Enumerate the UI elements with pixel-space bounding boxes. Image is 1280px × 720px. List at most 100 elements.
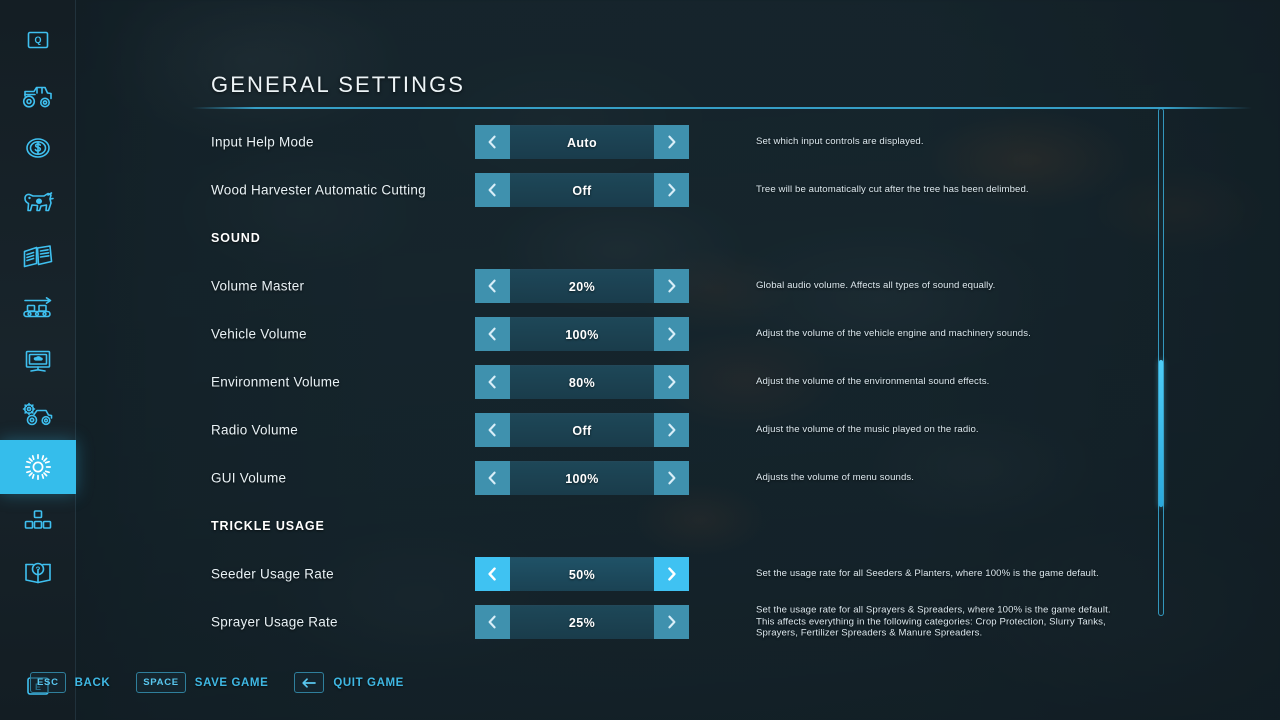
setting-row[interactable]: GUI Volume 100% Adjusts the volume of menu…: [76, 454, 1280, 502]
setting-row[interactable]: Wood Harvester Automatic Cutting Off Tree …: [76, 166, 1280, 214]
chevron-right-icon[interactable]: [654, 317, 689, 351]
backspace-key-icon: [294, 672, 325, 693]
setting-stepper[interactable]: Auto: [475, 125, 689, 159]
chevron-left-icon[interactable]: [475, 605, 510, 639]
setting-description: Adjust the volume of the vehicle engine …: [756, 328, 1031, 340]
setting-value-track[interactable]: Off: [510, 413, 654, 447]
setting-stepper[interactable]: 50%: [475, 557, 689, 591]
gear-icon: [23, 452, 53, 482]
sidebar-item-dollar-coin[interactable]: [0, 122, 76, 174]
chevron-left-icon[interactable]: [475, 557, 510, 591]
chevron-right-icon[interactable]: [654, 557, 689, 591]
tractor-icon: [21, 83, 55, 109]
hotkey-label: QUIT GAME: [333, 676, 404, 689]
sidebar-item-gear[interactable]: [0, 440, 76, 494]
help-book-icon: ?: [23, 560, 53, 586]
chevron-left-icon[interactable]: [475, 125, 510, 159]
mods-blocks-icon: [23, 508, 53, 532]
setting-row[interactable]: Sprayer Usage Rate 25% Set the usage rate …: [76, 598, 1280, 646]
setting-row[interactable]: Volume Master 20% Global audio volume. Aff…: [76, 262, 1280, 310]
setting-description: Adjusts the volume of menu sounds.: [756, 472, 915, 484]
chevron-left-icon[interactable]: [475, 413, 510, 447]
setting-stepper[interactable]: 80%: [475, 365, 689, 399]
chevron-right-icon[interactable]: [654, 173, 689, 207]
sidebar-item-quest-screen[interactable]: Q: [0, 14, 76, 66]
setting-value-track[interactable]: 25%: [510, 605, 654, 639]
setting-row[interactable]: Environment Volume 80% Adjust the volume o…: [76, 358, 1280, 406]
hotkey-label: SAVE GAME: [194, 676, 269, 689]
setting-row[interactable]: Vehicle Volume 100% Adjust the volume of t…: [76, 310, 1280, 358]
setting-row[interactable]: Seeder Usage Rate 50% Set the usage rate f…: [76, 550, 1280, 598]
setting-stepper[interactable]: 25%: [475, 605, 689, 639]
chevron-right-icon[interactable]: [654, 365, 689, 399]
settings-section-header: SOUND: [76, 214, 1280, 262]
chevron-left-icon[interactable]: [475, 461, 510, 495]
documents-icon: [22, 243, 54, 269]
settings-scrollbar[interactable]: [1158, 108, 1164, 616]
setting-value: 100%: [565, 471, 599, 486]
setting-stepper[interactable]: Off: [475, 413, 689, 447]
setting-value: Auto: [566, 135, 598, 150]
setting-value-track[interactable]: 80%: [510, 365, 654, 399]
chevron-right-icon[interactable]: [654, 461, 689, 495]
hotkey-back[interactable]: ESC BACK: [30, 672, 110, 693]
setting-description: Set which input controls are displayed.: [756, 136, 924, 148]
setting-value-track[interactable]: 50%: [510, 557, 654, 591]
setting-value-track[interactable]: Off: [510, 173, 654, 207]
hotkey-quit-game[interactable]: QUIT GAME: [294, 672, 404, 693]
setting-label: Input Help Mode: [211, 134, 314, 150]
sidebar-item-documents[interactable]: [0, 230, 76, 282]
sidebar-item-cow[interactable]: [0, 176, 76, 228]
hotkey-bar: ESC BACK SPACE SAVE GAME QUIT GAME: [30, 672, 404, 693]
chevron-left-icon[interactable]: [475, 173, 510, 207]
setting-label: Environment Volume: [211, 374, 341, 390]
sidebar-item-help-book[interactable]: ?: [0, 547, 76, 599]
chevron-left-icon[interactable]: [475, 317, 510, 351]
chevron-right-icon[interactable]: [654, 413, 689, 447]
setting-stepper[interactable]: Off: [475, 173, 689, 207]
title-divider: [192, 107, 1252, 109]
chevron-right-icon[interactable]: [654, 269, 689, 303]
chevron-right-icon[interactable]: [654, 605, 689, 639]
sidebar-item-tractor[interactable]: [0, 70, 76, 122]
space-key-icon: SPACE: [136, 672, 186, 693]
setting-stepper[interactable]: 100%: [475, 317, 689, 351]
sidebar-nav: Q?E: [0, 0, 76, 720]
setting-value-track[interactable]: 100%: [510, 461, 654, 495]
setting-value-track[interactable]: Auto: [510, 125, 654, 159]
setting-value: 80%: [568, 375, 596, 390]
svg-text:?: ?: [36, 565, 41, 574]
setting-label: Vehicle Volume: [211, 326, 307, 342]
setting-value-track[interactable]: 20%: [510, 269, 654, 303]
setting-value-track[interactable]: 100%: [510, 317, 654, 351]
sidebar-item-production-chain[interactable]: [0, 282, 76, 334]
setting-row[interactable]: Input Help Mode Auto Set which input contr…: [76, 118, 1280, 166]
hotkey-save-game[interactable]: SPACE SAVE GAME: [136, 672, 268, 693]
cow-icon: [21, 189, 55, 215]
setting-label: Sprayer Usage Rate: [211, 614, 338, 630]
production-chain-icon: [21, 295, 55, 321]
sidebar-item-mods-blocks[interactable]: [0, 494, 76, 546]
setting-label: Volume Master: [211, 278, 305, 294]
chevron-left-icon[interactable]: [475, 365, 510, 399]
setting-stepper[interactable]: 100%: [475, 461, 689, 495]
sidebar-item-map-overview[interactable]: [0, 335, 76, 387]
hotkey-label: BACK: [74, 676, 111, 689]
esc-key-icon: ESC: [30, 672, 66, 693]
sidebar-item-vehicle-settings[interactable]: [0, 388, 76, 440]
settings-panel: GENERAL SETTINGS Input Help Mode Auto Set …: [76, 0, 1280, 720]
section-title: TRICKLE USAGE: [211, 519, 325, 533]
svg-text:Q: Q: [34, 35, 41, 45]
chevron-right-icon[interactable]: [654, 125, 689, 159]
setting-value: 20%: [568, 279, 596, 294]
scrollbar-thumb[interactable]: [1159, 360, 1163, 507]
setting-description: Adjust the volume of the music played on…: [756, 424, 979, 436]
setting-label: Seeder Usage Rate: [211, 566, 334, 582]
settings-section-header: TRICKLE USAGE: [76, 502, 1280, 550]
setting-row[interactable]: Radio Volume Off Adjust the volume of the …: [76, 406, 1280, 454]
chevron-left-icon[interactable]: [475, 269, 510, 303]
map-overview-icon: [23, 348, 53, 374]
vehicle-settings-icon: [21, 401, 55, 427]
setting-stepper[interactable]: 20%: [475, 269, 689, 303]
setting-value: Off: [572, 183, 592, 198]
